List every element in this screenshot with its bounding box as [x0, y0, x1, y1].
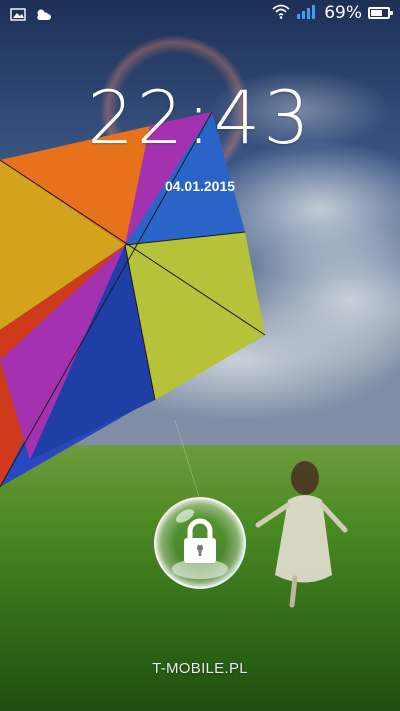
carrier-name: T-MOBILE.PL [152, 660, 248, 677]
battery-icon [368, 7, 393, 19]
lockscreen-date: 04.01.2015 [164, 178, 236, 194]
wifi-icon [272, 4, 290, 23]
signal-icon [296, 4, 318, 23]
gallery-icon [10, 6, 26, 25]
battery-percent: 69% [324, 3, 362, 23]
lockscreen-clock: 22:43 [87, 76, 313, 161]
battery-level-fill [371, 10, 382, 16]
padlock-icon [154, 497, 246, 589]
unlock-button[interactable] [153, 496, 247, 590]
weather-icon [34, 6, 52, 25]
status-bar: 69% [0, 0, 400, 30]
